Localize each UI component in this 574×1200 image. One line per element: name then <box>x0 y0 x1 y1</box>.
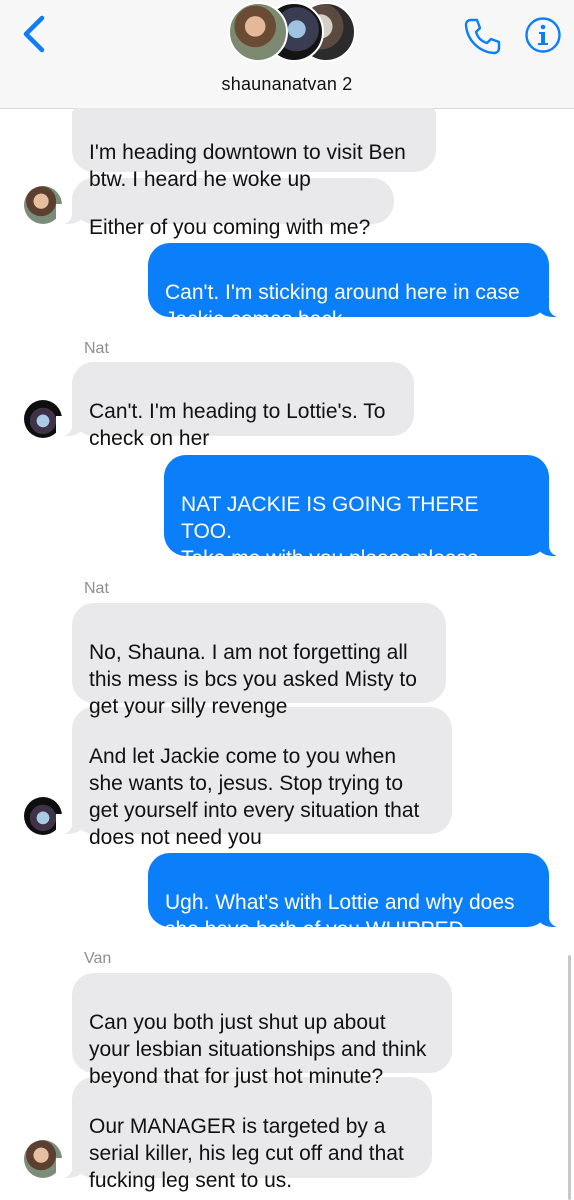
conversation-header: shaunanatvan 2 <box>0 0 574 109</box>
sender-label: Nat <box>84 340 109 357</box>
chevron-left-icon[interactable] <box>16 14 52 54</box>
sender-label: Van <box>84 950 112 967</box>
message-bubble[interactable]: And let Jackie come to you when she want… <box>56 707 452 849</box>
message-bubble[interactable]: Our MANAGER is targeted by a serial kill… <box>56 1077 432 1192</box>
avatar <box>228 2 288 62</box>
scrollbar[interactable] <box>568 955 571 1200</box>
sender-label: Nat <box>84 580 109 597</box>
conversation-title[interactable]: shaunanatvan 2 <box>0 74 574 95</box>
message-bubble[interactable]: I'm heading downtown to visit Ben btw. I… <box>72 108 436 191</box>
message-bubble[interactable]: NAT JACKIE IS GOING THERE TOO. Take me w… <box>164 455 565 597</box>
phone-icon[interactable] <box>462 16 502 56</box>
info-icon[interactable] <box>524 16 562 54</box>
group-avatars[interactable] <box>228 2 358 64</box>
message-bubble[interactable]: Can't. I'm sticking around here in case … <box>148 243 565 331</box>
message-bubble[interactable]: Can't. I'm heading to Lottie's. To check… <box>56 362 414 450</box>
message-bubble[interactable]: Ugh. What's with Lottie and why does she… <box>148 853 565 941</box>
message-bubble[interactable]: Can you both just shut up about your les… <box>72 973 452 1088</box>
message-bubble[interactable]: No, Shauna. I am not forgetting all this… <box>72 603 446 718</box>
